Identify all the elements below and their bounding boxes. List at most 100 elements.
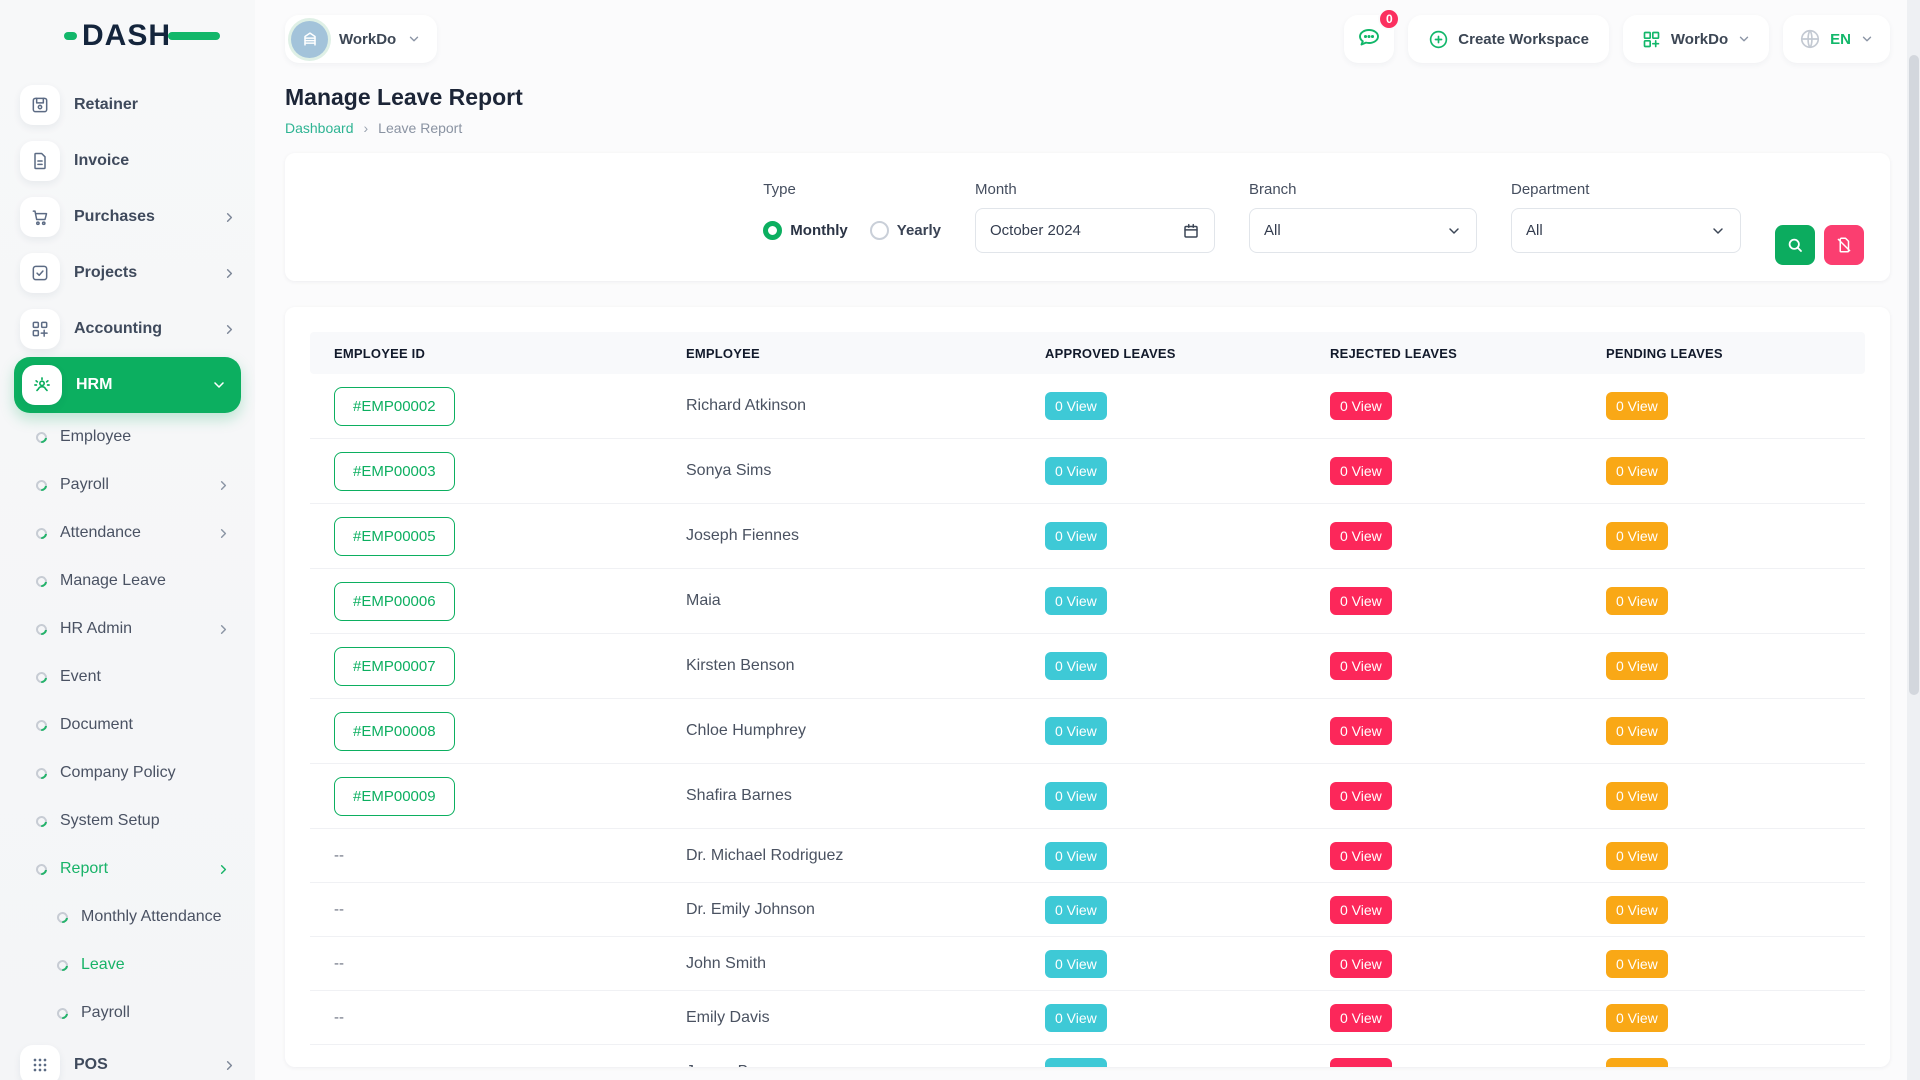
month-input[interactable]: October 2024: [975, 208, 1215, 253]
sidebar-item-payroll[interactable]: Payroll: [0, 989, 255, 1037]
bullet-icon: [55, 909, 70, 924]
chevron-right-icon: [216, 862, 231, 877]
pending-leaves-badge[interactable]: 0 View: [1606, 1004, 1668, 1032]
chevron-right-icon: [222, 266, 237, 281]
sidebar-item-report[interactable]: Report: [0, 845, 255, 893]
rejected-leaves-badge[interactable]: 0 View: [1330, 782, 1392, 810]
sidebar-item-purchases[interactable]: Purchases: [0, 189, 255, 245]
breadcrumb-separator: ›: [364, 120, 369, 136]
sidebar-item-monthly-attendance[interactable]: Monthly Attendance: [0, 893, 255, 941]
table-row: #EMP00005 Joseph Fiennes 0 View 0 View 0…: [310, 504, 1865, 569]
page-scrollbar[interactable]: [1907, 0, 1920, 1080]
column-rejected-leaves: REJECTED LEAVES: [1306, 346, 1582, 361]
app-root: DASH Retainer Invoice Purchases Projects…: [0, 0, 1920, 1080]
workdo-menu-button[interactable]: WorkDo: [1623, 15, 1769, 63]
table-row: -- Dr. Emily Johnson 0 View 0 View 0 Vie…: [310, 883, 1865, 937]
hrm-icon: [22, 365, 62, 405]
pending-leaves-badge[interactable]: 0 View: [1606, 457, 1668, 485]
radio-yearly[interactable]: Yearly: [870, 221, 941, 240]
breadcrumb-dashboard-link[interactable]: Dashboard: [285, 120, 354, 136]
rejected-leaves-badge[interactable]: 0 View: [1330, 717, 1392, 745]
approved-leaves-badge[interactable]: 0 View: [1045, 1004, 1107, 1032]
rejected-leaves-badge[interactable]: 0 View: [1330, 896, 1392, 924]
sidebar-item-projects[interactable]: Projects: [0, 245, 255, 301]
sidebar-item-hrm[interactable]: HRM: [14, 357, 241, 413]
bullet-icon: [34, 813, 49, 828]
pending-leaves-badge[interactable]: 0 View: [1606, 1058, 1668, 1068]
approved-leaves-badge[interactable]: 0 View: [1045, 522, 1107, 550]
pending-leaves-badge[interactable]: 0 View: [1606, 392, 1668, 420]
topbar-actions: 0 Create Workspace WorkDo: [1344, 15, 1890, 63]
sidebar-nav: Retainer Invoice Purchases Projects Acco…: [0, 77, 255, 1080]
messages-button[interactable]: 0: [1344, 15, 1394, 63]
pending-leaves-badge[interactable]: 0 View: [1606, 652, 1668, 680]
radio-monthly[interactable]: Monthly: [763, 221, 848, 240]
rejected-leaves-badge[interactable]: 0 View: [1330, 950, 1392, 978]
approved-leaves-badge[interactable]: 0 View: [1045, 842, 1107, 870]
rejected-leaves-badge[interactable]: 0 View: [1330, 392, 1392, 420]
workspace-avatar: [291, 21, 328, 58]
employee-id-button[interactable]: #EMP00002: [334, 387, 455, 426]
rejected-leaves-badge[interactable]: 0 View: [1330, 457, 1392, 485]
employee-id-empty: --: [334, 1009, 344, 1026]
branch-select[interactable]: All: [1249, 208, 1477, 253]
department-select[interactable]: All: [1511, 208, 1741, 253]
create-workspace-button[interactable]: Create Workspace: [1408, 15, 1609, 63]
reset-filter-button[interactable]: [1824, 225, 1864, 265]
sidebar-item-leave[interactable]: Leave: [0, 941, 255, 989]
employee-id-button[interactable]: #EMP00003: [334, 452, 455, 491]
approved-leaves-badge[interactable]: 0 View: [1045, 457, 1107, 485]
employee-id-button[interactable]: #EMP00009: [334, 777, 455, 816]
sidebar-item-company-policy[interactable]: Company Policy: [0, 749, 255, 797]
rejected-leaves-badge[interactable]: 0 View: [1330, 1058, 1392, 1068]
pending-leaves-badge[interactable]: 0 View: [1606, 782, 1668, 810]
approved-leaves-badge[interactable]: 0 View: [1045, 896, 1107, 924]
pending-leaves-badge[interactable]: 0 View: [1606, 842, 1668, 870]
rejected-leaves-badge[interactable]: 0 View: [1330, 652, 1392, 680]
sidebar-item-system-setup[interactable]: System Setup: [0, 797, 255, 845]
sidebar-item-accounting[interactable]: Accounting: [0, 301, 255, 357]
brand-logo[interactable]: DASH: [0, 0, 255, 72]
rejected-leaves-badge[interactable]: 0 View: [1330, 587, 1392, 615]
sidebar-item-invoice[interactable]: Invoice: [0, 133, 255, 189]
pending-leaves-badge[interactable]: 0 View: [1606, 717, 1668, 745]
rejected-leaves-badge[interactable]: 0 View: [1330, 522, 1392, 550]
calendar-icon: [1182, 222, 1200, 240]
pending-leaves-badge[interactable]: 0 View: [1606, 950, 1668, 978]
search-button[interactable]: [1775, 225, 1815, 265]
sidebar-item-hr-admin[interactable]: HR Admin: [0, 605, 255, 653]
approved-leaves-badge[interactable]: 0 View: [1045, 950, 1107, 978]
sidebar-item-attendance[interactable]: Attendance: [0, 509, 255, 557]
bullet-icon: [34, 573, 49, 588]
employee-name: Chloe Humphrey: [662, 722, 1021, 740]
employee-id-button[interactable]: #EMP00006: [334, 582, 455, 621]
pending-leaves-badge[interactable]: 0 View: [1606, 522, 1668, 550]
pending-leaves-badge[interactable]: 0 View: [1606, 587, 1668, 615]
pending-leaves-badge[interactable]: 0 View: [1606, 896, 1668, 924]
scrollbar-thumb[interactable]: [1909, 55, 1919, 695]
employee-id-button[interactable]: #EMP00008: [334, 712, 455, 751]
approved-leaves-badge[interactable]: 0 View: [1045, 587, 1107, 615]
sidebar-item-pos[interactable]: POS: [0, 1037, 255, 1080]
employee-id-button[interactable]: #EMP00007: [334, 647, 455, 686]
sidebar-item-document[interactable]: Document: [0, 701, 255, 749]
rejected-leaves-badge[interactable]: 0 View: [1330, 1004, 1392, 1032]
workspace-selector[interactable]: WorkDo: [285, 15, 437, 63]
breadcrumb: Dashboard › Leave Report: [285, 120, 1890, 136]
sidebar-item-payroll[interactable]: Payroll: [0, 461, 255, 509]
rejected-leaves-badge[interactable]: 0 View: [1330, 842, 1392, 870]
employee-name: Dr. Michael Rodriguez: [662, 847, 1021, 865]
sidebar-item-employee[interactable]: Employee: [0, 413, 255, 461]
approved-leaves-badge[interactable]: 0 View: [1045, 782, 1107, 810]
approved-leaves-badge[interactable]: 0 View: [1045, 652, 1107, 680]
sidebar-item-event[interactable]: Event: [0, 653, 255, 701]
approved-leaves-badge[interactable]: 0 View: [1045, 717, 1107, 745]
sidebar-item-manage-leave[interactable]: Manage Leave: [0, 557, 255, 605]
language-selector[interactable]: EN: [1783, 15, 1890, 63]
approved-leaves-badge[interactable]: 0 View: [1045, 392, 1107, 420]
file-off-icon: [1835, 236, 1853, 254]
type-filter: Type Monthly Yearly: [763, 181, 941, 253]
sidebar-item-retainer[interactable]: Retainer: [0, 77, 255, 133]
employee-id-button[interactable]: #EMP00005: [334, 517, 455, 556]
approved-leaves-badge[interactable]: 0 View: [1045, 1058, 1107, 1068]
